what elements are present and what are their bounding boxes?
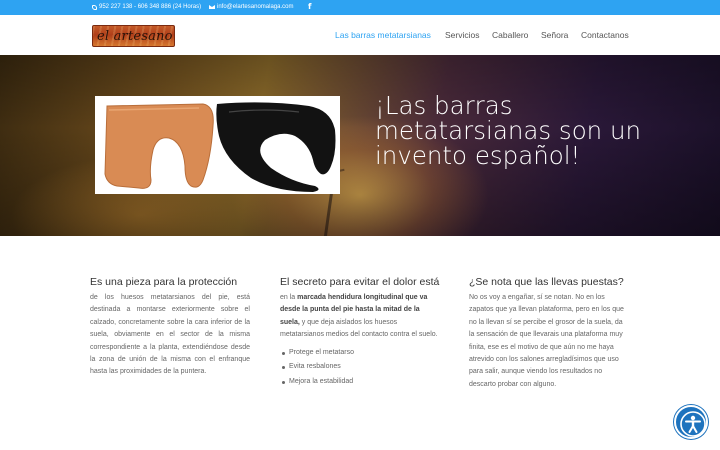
phone-text: 952 227 138 - 606 348 886 (24 Horas) bbox=[99, 4, 202, 10]
mail-icon bbox=[209, 5, 215, 9]
list-item: Evita resbalones bbox=[280, 360, 438, 375]
benefits-list: Protege el metatarso Evita resbalones Me… bbox=[280, 346, 438, 390]
nav-item-contactanos[interactable]: Contactanos bbox=[581, 30, 629, 40]
facebook-icon[interactable]: f bbox=[308, 2, 311, 11]
column-heading: Es una pieza para la protección bbox=[90, 276, 238, 288]
site-logo[interactable]: el artesano bbox=[92, 25, 175, 47]
info-column-visibility: ¿Se nota que las llevas puestas? No os v… bbox=[469, 276, 629, 391]
metatarsal-bars-illustration bbox=[104, 102, 336, 192]
metatarsal-bars-image bbox=[95, 96, 340, 194]
column-body-intro: en la bbox=[280, 294, 298, 301]
column-heading: ¿Se nota que las llevas puestas? bbox=[469, 276, 624, 288]
column-body: de los huesos metatarsianos del pie, est… bbox=[90, 294, 250, 376]
phone-contact[interactable]: 952 227 138 - 606 348 886 (24 Horas) bbox=[92, 4, 201, 10]
logo-text: el artesano bbox=[97, 29, 173, 44]
info-column-protection: Es una pieza para la protección de los h… bbox=[90, 276, 250, 379]
accessibility-icon bbox=[680, 411, 706, 437]
list-item: Mejora la estabilidad bbox=[280, 375, 438, 390]
email-text: info@elartesanomalaga.com bbox=[217, 4, 294, 10]
nav-item-senora[interactable]: Señora bbox=[541, 30, 568, 40]
nav-item-caballero[interactable]: Caballero bbox=[492, 30, 528, 40]
hero-title: ¡Las barras metatarsianas son un invento… bbox=[375, 91, 642, 170]
column-heading: El secreto para evitar el dolor está bbox=[280, 276, 440, 288]
column-body-rest: y que deja aislados los huesos metatarsi… bbox=[280, 318, 438, 339]
nav-item-servicios[interactable]: Servicios bbox=[445, 30, 479, 40]
column-body: en la marcada hendidura longitudinal que… bbox=[280, 292, 438, 342]
accessibility-button[interactable] bbox=[674, 405, 708, 439]
column-body: No os voy a engañar, sí se notan. No en … bbox=[469, 294, 624, 388]
info-column-secret: El secreto para evitar el dolor está en … bbox=[280, 276, 440, 390]
email-contact[interactable]: info@elartesanomalaga.com bbox=[209, 4, 293, 10]
nav-item-barras[interactable]: Las barras metatarsianas bbox=[335, 30, 431, 40]
top-bar: 952 227 138 - 606 348 886 (24 Horas) inf… bbox=[0, 0, 720, 15]
list-item: Protege el metatarso bbox=[280, 346, 438, 361]
phone-icon bbox=[92, 4, 97, 10]
